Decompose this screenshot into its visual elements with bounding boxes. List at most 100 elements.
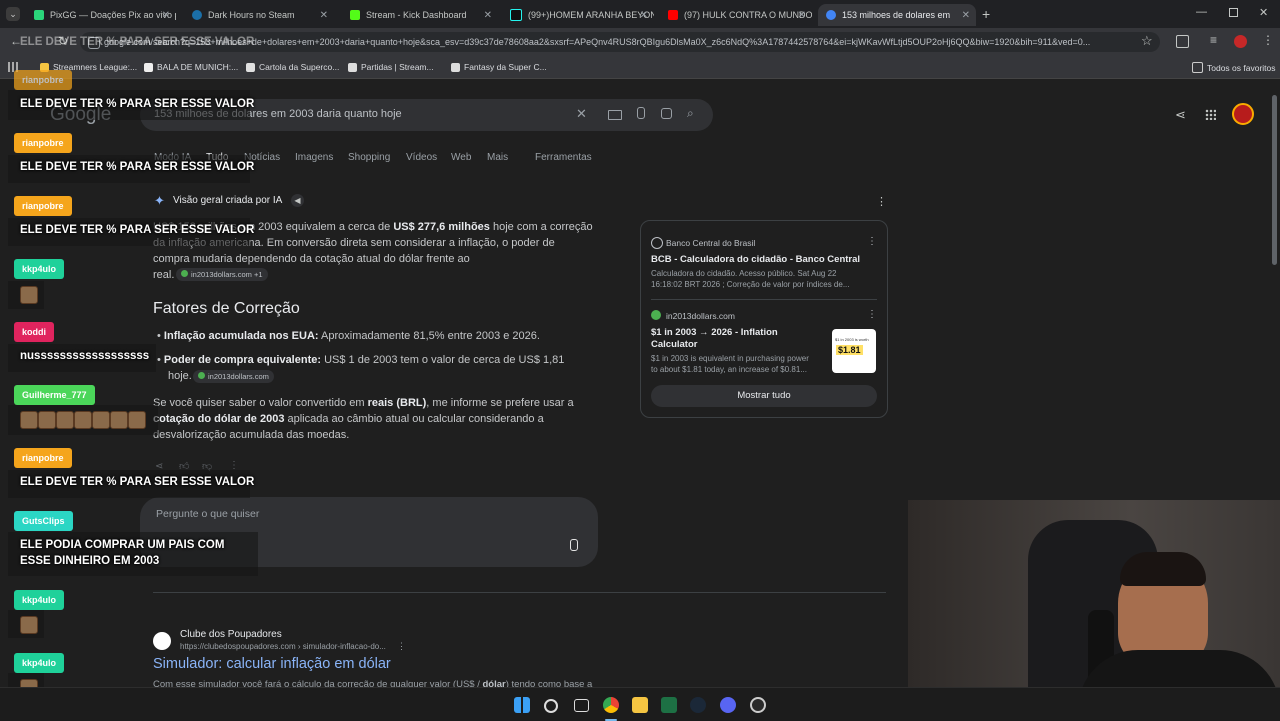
source-thumbnail[interactable]: $1 in 2003 is worth $1.81 — [832, 329, 876, 373]
show-all-button[interactable]: Mostrar tudo — [651, 385, 877, 407]
close-icon[interactable]: ✕ — [640, 10, 648, 21]
steam-icon[interactable] — [690, 697, 706, 713]
chat-message-text: nussssssssssssssssss — [20, 350, 150, 362]
more-icon[interactable]: ⋮ — [867, 309, 877, 320]
google-apps-icon[interactable] — [1205, 109, 1216, 120]
clear-icon[interactable]: ✕ — [576, 106, 587, 122]
tab-pixgg[interactable]: PixGG — Doações Pix ao vivo p ✕ — [26, 4, 176, 26]
obs-icon[interactable] — [750, 697, 766, 713]
close-icon[interactable]: ✕ — [320, 10, 328, 21]
emote-icon — [38, 411, 56, 429]
filter-images[interactable]: Imagens — [295, 152, 333, 163]
bookmark-item[interactable]: Cartola da Superco... — [246, 62, 339, 72]
chrome-icon[interactable] — [603, 697, 619, 713]
browser-tab-strip: ⌄ PixGG — Doações Pix ao vivo p ✕ Dark H… — [0, 0, 1280, 28]
new-tab-button[interactable]: + — [982, 6, 990, 22]
share-icon[interactable]: ⋖ — [1175, 107, 1186, 123]
account-avatar[interactable] — [1232, 103, 1254, 125]
windows-start-icon[interactable] — [514, 697, 530, 713]
profile-avatar[interactable] — [1234, 35, 1247, 48]
microphone-icon[interactable] — [637, 107, 645, 119]
ai-answer-line4: real. — [153, 269, 175, 281]
keyboard-icon[interactable] — [608, 110, 622, 120]
emote-icon — [20, 616, 38, 634]
tab-search-icon[interactable]: ⌄ — [6, 7, 20, 21]
bookmark-star-icon[interactable]: ☆ — [1141, 33, 1153, 49]
source-chip[interactable]: in2013dollars.com — [193, 370, 274, 383]
filter-more[interactable]: Mais — [487, 152, 508, 163]
ai-overview-more-icon[interactable]: ⋮ — [876, 195, 887, 208]
emote-icon — [74, 411, 92, 429]
source-snippet: 16:18:02 BRT 2026 ; Correção de valor po… — [651, 280, 850, 289]
divider — [153, 592, 886, 593]
divider — [651, 299, 877, 300]
tab-google-search[interactable]: 153 milhoes de dolares em 200 ✕ — [818, 4, 976, 26]
close-icon[interactable]: ✕ — [962, 10, 970, 21]
source-name: in2013dollars.com — [666, 311, 735, 321]
menu-icon[interactable]: ⋮ — [1262, 33, 1274, 47]
filter-shopping[interactable]: Shopping — [348, 152, 390, 163]
steam-icon — [192, 10, 202, 20]
result-title-link[interactable]: Simulador: calcular inflação em dólar — [153, 656, 391, 672]
close-icon[interactable]: ✕ — [798, 10, 806, 21]
tab-title: 153 milhoes de dolares em 200 — [842, 10, 952, 20]
bookmark-item[interactable]: Partidas | Stream... — [348, 62, 434, 72]
chat-username-badge: rianpobre — [14, 70, 72, 90]
tab-title: Stream - Kick Dashboard — [366, 10, 467, 20]
all-favorites-folder[interactable]: Todos os favoritos — [1192, 62, 1276, 73]
tab-steam[interactable]: Dark Hours no Steam ✕ — [184, 4, 334, 26]
search-icon[interactable] — [544, 699, 558, 713]
chat-username-badge: rianpobre — [14, 448, 72, 468]
result-url[interactable]: https://clubedospoupadores.com › simulad… — [180, 642, 386, 651]
bullet-purchasing-power: • Poder de compra equivalente: US$ 1 de … — [157, 354, 565, 366]
tab-youtube[interactable]: (97) HULK CONTRA O MUNDO ✕ — [660, 4, 812, 26]
chat-username-badge: rianpobre — [14, 133, 72, 153]
filter-videos[interactable]: Vídeos — [406, 152, 437, 163]
source-title-link[interactable]: $1 in 2003 → 2026 - Inflation — [651, 327, 778, 338]
source-title-link[interactable]: BCB - Calculadora do cidadão - Banco Cen… — [651, 254, 860, 265]
extensions-icon[interactable] — [1176, 35, 1189, 48]
media-controls-icon[interactable]: ≡ — [1210, 33, 1217, 47]
task-view-icon[interactable] — [574, 699, 589, 712]
in2013dollars-icon — [651, 310, 661, 320]
ask-placeholder: Pergunte o que quiser — [156, 508, 260, 520]
close-icon[interactable]: ✕ — [162, 10, 170, 21]
discord-icon[interactable] — [720, 697, 736, 713]
chat-username-badge: Guilherme_777 — [14, 385, 95, 405]
close-icon[interactable]: ✕ — [484, 10, 492, 21]
emote-icon — [110, 411, 128, 429]
lens-icon[interactable] — [661, 108, 672, 119]
speaker-icon[interactable]: ◀ — [291, 194, 304, 207]
webcam-hair — [1120, 552, 1206, 586]
chat-message-text: ELE DEVE TER % PARA SER ESSE VALOR — [20, 98, 255, 110]
kick-icon — [350, 10, 360, 20]
filter-web[interactable]: Web — [451, 152, 471, 163]
close-window-icon[interactable]: ✕ — [1259, 6, 1268, 19]
emote-icon — [128, 411, 146, 429]
source-snippet: $1 in 2003 is equivalent in purchasing p… — [651, 354, 809, 363]
chat-overlay-url-echo: ELE DEVE TER % PARA SER ESSE VALOR — [20, 36, 255, 48]
source-chip[interactable]: in2013dollars.com +1 — [176, 268, 268, 281]
bookmark-item[interactable]: BALA DE MUNICH:... — [144, 62, 238, 72]
chat-message-text: ESSE DINHEIRO EM 2003 — [20, 555, 160, 567]
tab-tiktok[interactable]: (99+)HOMEM ARANHA BEYON ✕ — [502, 4, 654, 26]
filter-tools[interactable]: Ferramentas — [535, 152, 592, 163]
more-icon[interactable]: ⋮ — [867, 236, 877, 247]
file-explorer-icon[interactable] — [632, 697, 648, 713]
microphone-icon[interactable] — [570, 539, 578, 551]
tab-kick[interactable]: Stream - Kick Dashboard ✕ — [342, 4, 498, 26]
excel-icon[interactable] — [661, 697, 677, 713]
followup-line1: Se você quiser saber o valor convertido … — [153, 397, 574, 409]
page-scrollbar[interactable] — [1272, 95, 1277, 265]
ai-answer-line3: compra mudaria dependendo da cotação atu… — [153, 253, 470, 265]
chat-username-badge: koddi — [14, 322, 54, 342]
maximize-icon[interactable] — [1229, 8, 1238, 17]
source-title-link[interactable]: Calculator — [651, 339, 697, 350]
bookmark-favicon — [246, 62, 255, 72]
result-site-name[interactable]: Clube dos Poupadores — [180, 629, 282, 640]
chat-message-text: ELE DEVE TER % PARA SER ESSE VALOR — [20, 224, 255, 236]
minimize-icon[interactable]: — — [1196, 6, 1207, 18]
search-icon[interactable]: ⌕ — [687, 106, 694, 121]
bookmark-item[interactable]: Fantasy da Super C... — [451, 62, 547, 72]
result-more-icon[interactable]: ⋮ — [397, 641, 406, 652]
